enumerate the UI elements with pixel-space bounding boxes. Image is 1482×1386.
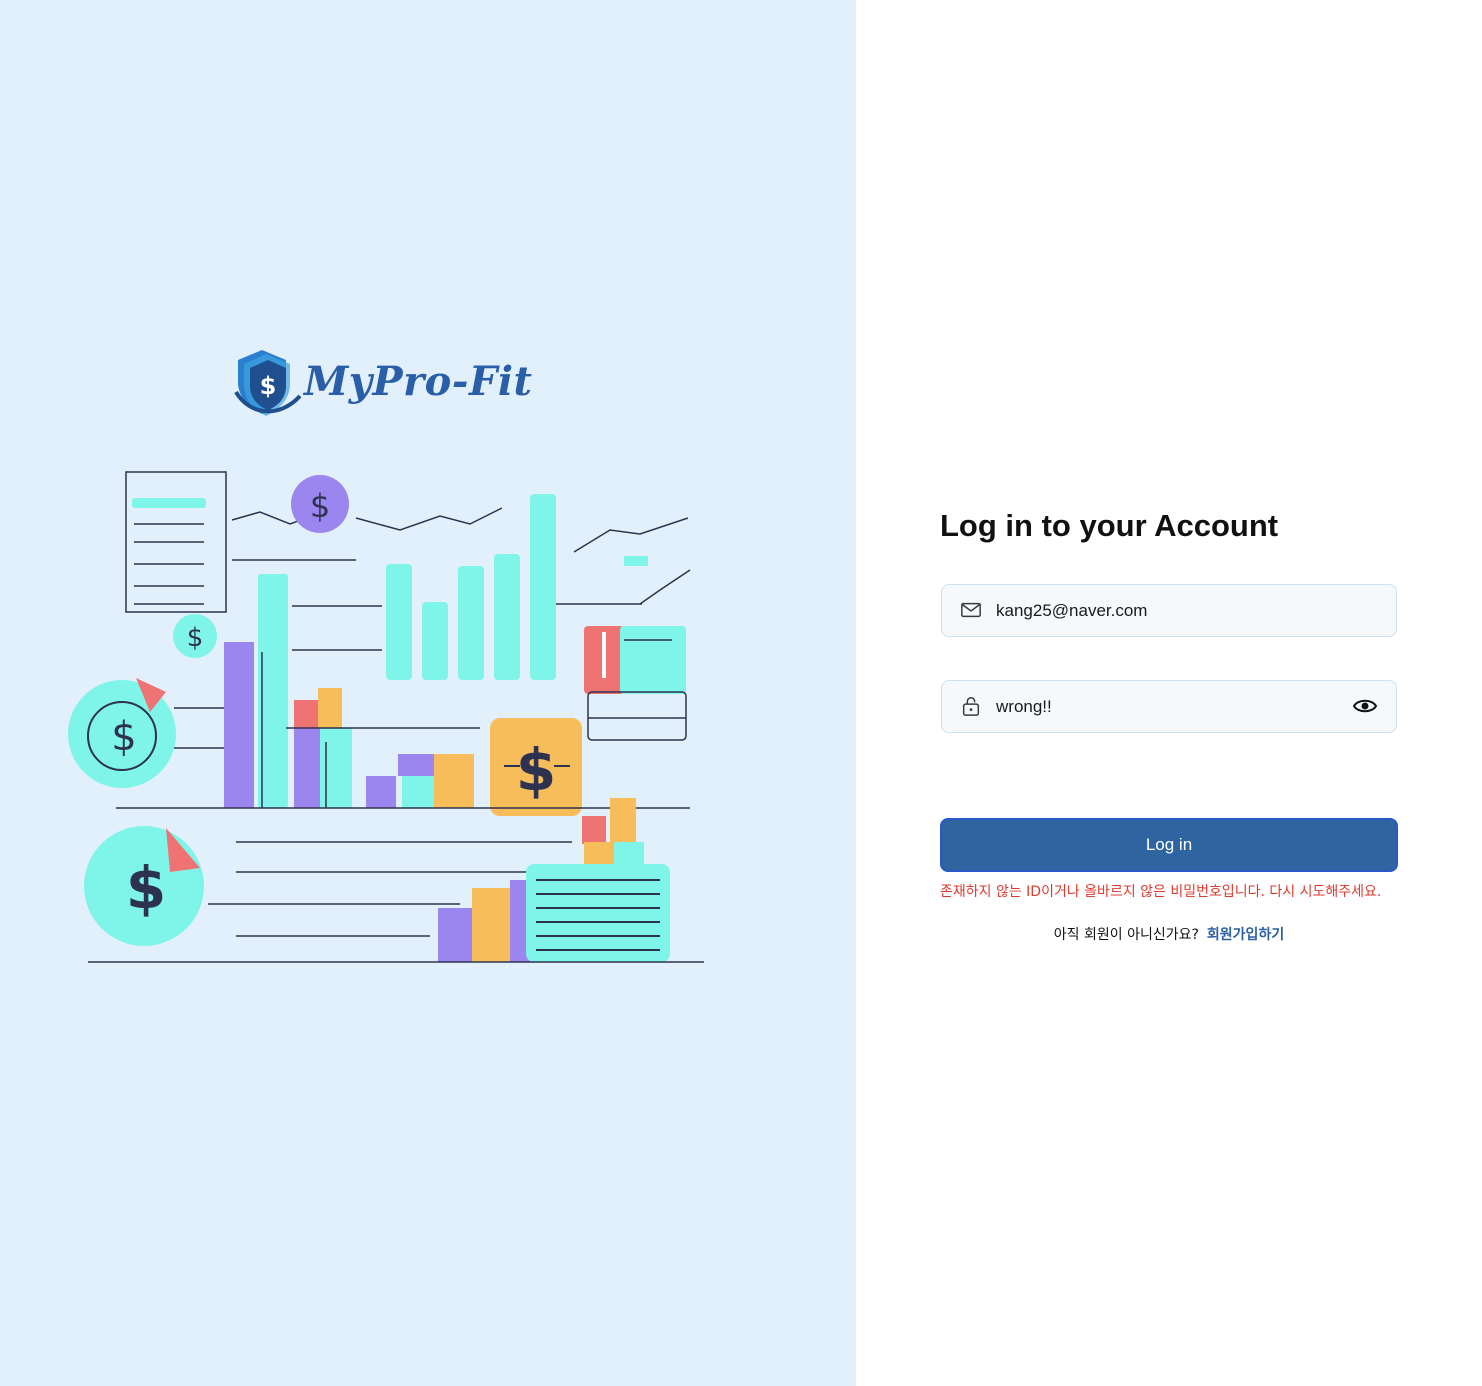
email-input[interactable] <box>996 585 1336 636</box>
signup-prompt: 아직 회원이 아니신가요? <box>1053 927 1199 943</box>
svg-text:$: $ <box>187 623 204 653</box>
signup-row: 아직 회원이 아니신가요? 회원가입하기 <box>940 924 1398 944</box>
brand-name: MyPro-Fit <box>304 358 533 405</box>
svg-text:$: $ <box>126 854 166 922</box>
svg-text:$: $ <box>516 736 556 804</box>
signup-link[interactable]: 회원가입하기 <box>1207 927 1284 943</box>
coin-dollar-text: $ <box>310 487 330 525</box>
login-title: Log in to your Account <box>940 508 1279 543</box>
svg-text:$: $ <box>111 714 136 760</box>
email-field[interactable] <box>941 584 1397 637</box>
svg-text:$: $ <box>260 372 277 400</box>
login-button[interactable]: Log in <box>940 818 1398 872</box>
password-field[interactable] <box>941 680 1397 733</box>
shield-dollar-logo-icon: $ <box>234 350 302 416</box>
password-input[interactable] <box>996 681 1336 732</box>
mail-icon <box>961 602 981 618</box>
eye-icon[interactable] <box>1352 695 1378 717</box>
brand-logo: $ MyPro-Fit <box>232 346 552 426</box>
left-panel: $ MyPro-Fit $ $ $ $ $ <box>0 0 856 1386</box>
error-message: 존재하지 않는 ID이거나 올바르지 않은 비밀번호입니다. 다시 시도해주세요… <box>940 884 1382 900</box>
finance-illustration: $ $ $ $ $ <box>68 471 704 963</box>
lock-icon <box>962 697 980 716</box>
